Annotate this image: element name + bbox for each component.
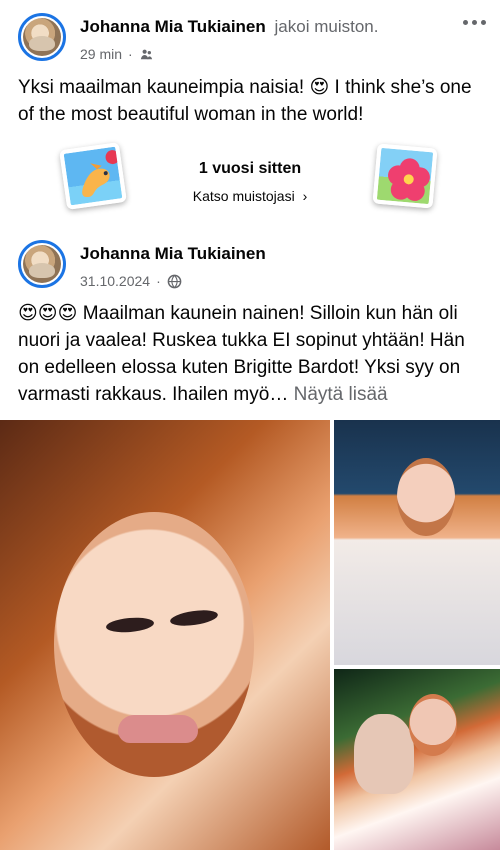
portrait-face: [409, 694, 457, 756]
more-options-icon[interactable]: [463, 20, 486, 25]
post-action-text: jakoi muiston.: [274, 17, 379, 36]
post-meta: 31.10.2024 ·: [80, 272, 182, 290]
top-right-photo[interactable]: [334, 420, 500, 665]
post-body: Maailman kaunein nainen! Silloin kun hän…: [18, 303, 465, 405]
author-name[interactable]: Johanna Mia Tukiainen: [80, 244, 266, 263]
post-time[interactable]: 29 min: [80, 45, 122, 63]
bottom-right-photo[interactable]: [334, 669, 500, 850]
author-line: Johanna Mia Tukiainen: [80, 243, 266, 265]
see-memories-label: Katso muistojasi: [192, 188, 295, 204]
hibiscus-photo-memory-icon: [372, 143, 438, 209]
post-date[interactable]: 31.10.2024: [80, 272, 150, 290]
memory-post-text: Yksi maailman kauneimpia naisia! 😍 I thi…: [18, 77, 472, 125]
post-header: Johanna Mia Tukiainen jakoi muiston. 29 …: [0, 8, 500, 64]
avatar[interactable]: [18, 240, 66, 288]
child-figure: [354, 714, 414, 794]
friends-icon: [140, 49, 152, 59]
photo-grid: [0, 420, 500, 850]
globe-icon: [167, 274, 182, 288]
chevron-right-icon: ›: [302, 188, 308, 204]
avatar[interactable]: [18, 13, 66, 61]
post-meta: 29 min ·: [80, 45, 154, 63]
author-name[interactable]: Johanna Mia Tukiainen: [80, 17, 266, 36]
avatar-image: [23, 18, 61, 56]
avatar-image: [23, 245, 61, 283]
main-photo[interactable]: [0, 420, 330, 850]
see-more-link[interactable]: Näytä lisää: [294, 384, 388, 405]
author-line: Johanna Mia Tukiainen jakoi muiston.: [80, 16, 378, 38]
portrait-lips: [118, 715, 198, 743]
heart-eyes-emoji: 😍😍😍: [18, 303, 78, 324]
original-post-text: 😍😍😍 Maailman kaunein nainen! Silloin kun…: [18, 300, 488, 408]
original-post-header: Johanna Mia Tukiainen 31.10.2024 ·: [0, 235, 500, 291]
separator-dot: ·: [128, 46, 133, 62]
portrait-face: [397, 458, 455, 536]
separator-dot: ·: [156, 273, 161, 289]
